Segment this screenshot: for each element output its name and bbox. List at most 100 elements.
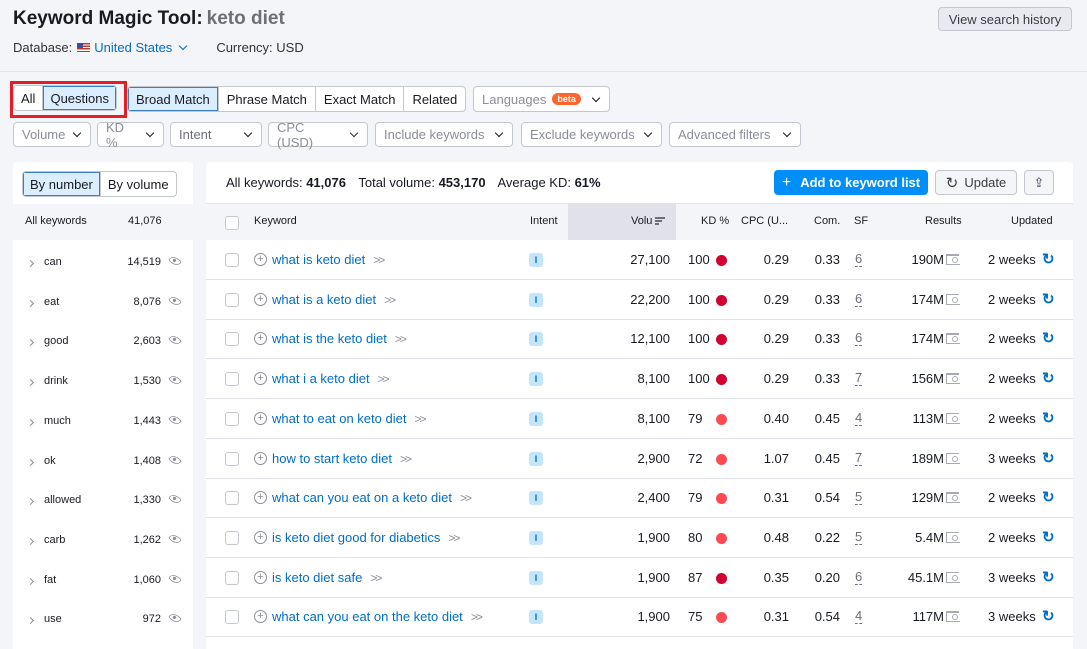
double-chevron-right-icon[interactable]: >>: [384, 293, 396, 307]
by-number-button[interactable]: By number: [23, 172, 100, 196]
row-checkbox[interactable]: [225, 451, 239, 466]
double-chevron-right-icon[interactable]: >>: [370, 571, 382, 585]
column-competition[interactable]: Com.: [814, 215, 840, 227]
view-serp-icon[interactable]: [946, 412, 960, 424]
row-checkbox[interactable]: [225, 253, 239, 267]
add-keyword-icon[interactable]: +: [254, 451, 267, 465]
view-search-history-button[interactable]: View search history: [938, 7, 1072, 31]
keyword-link[interactable]: what is keto diet >>: [272, 252, 385, 267]
column-keyword[interactable]: Keyword: [254, 215, 297, 227]
row-checkbox[interactable]: [225, 530, 239, 545]
advanced-filters-dropdown[interactable]: Advanced filters: [669, 122, 801, 147]
row-checkbox[interactable]: [225, 332, 239, 347]
serp-features-count[interactable]: 6: [855, 252, 863, 267]
tab-phrase-match[interactable]: Phrase Match: [219, 87, 316, 111]
view-serp-icon[interactable]: [946, 452, 960, 464]
serp-features-count[interactable]: 4: [855, 609, 863, 625]
view-serp-icon[interactable]: [946, 571, 960, 583]
serp-features-count[interactable]: 6: [855, 291, 863, 307]
languages-dropdown[interactable]: Languages beta: [473, 86, 610, 112]
keyword-link[interactable]: what to eat on keto diet >>: [272, 411, 426, 426]
keyword-group-item[interactable]: use 972: [13, 605, 193, 644]
select-all-checkbox[interactable]: [225, 216, 239, 230]
column-intent[interactable]: Intent: [530, 215, 558, 227]
column-cpc[interactable]: CPC (U...: [741, 215, 788, 227]
keyword-link[interactable]: is keto diet good for diabetics >>: [272, 530, 460, 545]
eye-icon[interactable]: [168, 333, 182, 348]
serp-features-count[interactable]: 5: [855, 490, 863, 506]
row-checkbox[interactable]: [225, 411, 239, 426]
row-checkbox[interactable]: [225, 372, 239, 387]
keyword-group-item[interactable]: can 14,519: [13, 248, 193, 287]
keyword-group-item[interactable]: good 2,603: [13, 327, 193, 366]
view-serp-icon[interactable]: [946, 611, 960, 623]
add-keyword-icon[interactable]: +: [254, 530, 267, 544]
view-serp-icon[interactable]: [946, 492, 960, 504]
keyword-link[interactable]: what can you eat on a keto diet >>: [272, 490, 472, 505]
row-checkbox[interactable]: [225, 610, 239, 625]
double-chevron-right-icon[interactable]: >>: [395, 332, 407, 346]
refresh-icon[interactable]: ↻: [1042, 250, 1055, 268]
add-keyword-icon[interactable]: +: [254, 491, 267, 505]
serp-features-count[interactable]: 4: [855, 410, 863, 426]
keyword-link[interactable]: what is a keto diet >>: [272, 292, 396, 307]
add-keyword-icon[interactable]: +: [254, 411, 267, 425]
view-serp-icon[interactable]: [946, 254, 960, 265]
eye-icon[interactable]: [168, 373, 182, 387]
column-serp-features[interactable]: SF: [854, 215, 868, 227]
view-serp-icon[interactable]: [946, 293, 960, 305]
all-keywords-group[interactable]: All keywords 41,076: [13, 204, 193, 240]
serp-features-count[interactable]: 7: [855, 371, 863, 387]
double-chevron-right-icon[interactable]: >>: [448, 531, 460, 545]
refresh-icon[interactable]: ↻: [1042, 369, 1055, 387]
column-results[interactable]: Results: [925, 215, 962, 227]
refresh-icon[interactable]: ↻: [1042, 290, 1055, 308]
double-chevron-right-icon[interactable]: >>: [471, 610, 483, 624]
keyword-link[interactable]: what is the keto diet >>: [272, 331, 407, 346]
serp-features-count[interactable]: 7: [855, 450, 863, 466]
eye-icon[interactable]: [168, 413, 182, 427]
eye-icon[interactable]: [168, 492, 182, 506]
add-to-keyword-list-button[interactable]: + Add to keyword list: [774, 170, 928, 195]
keyword-group-item[interactable]: much 1,443: [13, 407, 193, 446]
double-chevron-right-icon[interactable]: >>: [460, 491, 472, 505]
view-serp-icon[interactable]: [946, 531, 960, 543]
eye-icon[interactable]: [168, 611, 182, 626]
column-kd[interactable]: KD %: [701, 215, 729, 227]
keyword-group-item[interactable]: eat 8,076: [13, 288, 193, 327]
eye-icon[interactable]: [168, 254, 182, 268]
serp-features-count[interactable]: 6: [855, 331, 863, 347]
volume-filter[interactable]: Volume: [13, 122, 91, 147]
add-keyword-icon[interactable]: +: [254, 372, 267, 386]
refresh-icon[interactable]: ↻: [1042, 409, 1055, 427]
row-checkbox[interactable]: [225, 491, 239, 506]
refresh-icon[interactable]: ↻: [1042, 449, 1055, 467]
keyword-link[interactable]: how to start keto diet >>: [272, 451, 412, 466]
refresh-icon[interactable]: ↻: [1042, 329, 1055, 347]
export-button[interactable]: ⇪: [1024, 170, 1054, 195]
eye-icon[interactable]: [168, 293, 182, 308]
serp-features-count[interactable]: 6: [855, 569, 863, 585]
row-checkbox[interactable]: [225, 570, 239, 585]
view-serp-icon[interactable]: [946, 333, 960, 345]
serp-features-count[interactable]: 5: [855, 529, 863, 545]
refresh-icon[interactable]: ↻: [1042, 528, 1055, 546]
by-volume-button[interactable]: By volume: [99, 172, 176, 196]
tab-related[interactable]: Related: [404, 87, 465, 111]
update-button[interactable]: ↻ Update: [935, 170, 1017, 195]
keyword-group-item[interactable]: drink 1,530: [13, 367, 193, 406]
row-checkbox[interactable]: [225, 292, 239, 307]
kd-filter[interactable]: KD %: [97, 120, 164, 150]
double-chevron-right-icon[interactable]: >>: [400, 452, 412, 466]
refresh-icon[interactable]: ↻: [1042, 607, 1055, 625]
exclude-keywords-filter[interactable]: Exclude keywords: [521, 122, 662, 147]
tab-broad-match[interactable]: Broad Match: [128, 87, 219, 111]
database-select[interactable]: United States: [94, 40, 190, 55]
intent-filter[interactable]: Intent: [170, 122, 262, 147]
add-keyword-icon[interactable]: +: [254, 292, 267, 306]
eye-icon[interactable]: [168, 532, 182, 546]
keyword-group-item[interactable]: ok 1,408: [13, 447, 193, 486]
include-keywords-filter[interactable]: Include keywords: [375, 122, 513, 147]
double-chevron-right-icon[interactable]: >>: [414, 412, 426, 426]
tab-exact-match[interactable]: Exact Match: [316, 87, 405, 111]
